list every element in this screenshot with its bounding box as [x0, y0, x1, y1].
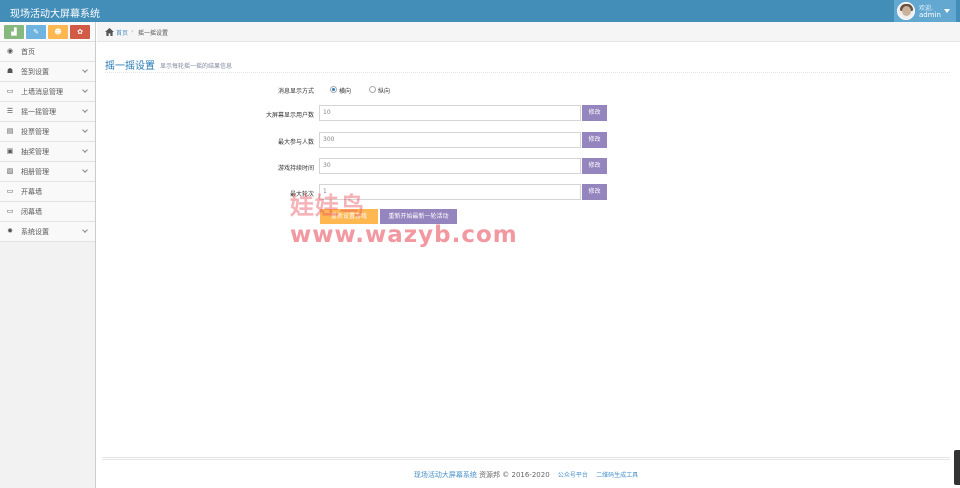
sidebar-item-label: 摇一摇管理 — [21, 108, 56, 116]
user-menu[interactable]: 欢迎, admin — [894, 0, 956, 22]
sidebar-item-label: 签到设置 — [21, 68, 49, 76]
side-scroll-handle[interactable] — [954, 450, 960, 485]
sidebar-item-9[interactable]: ✹ 系统设置 — [0, 222, 95, 242]
page-header: 摇一摇设置 显示每轮摇一摇的结果信息 — [105, 57, 950, 73]
footer-link-qrcode[interactable]: 二维码生成工具 — [596, 472, 638, 479]
max-participants-label: 最大参与人数 — [277, 139, 314, 146]
sidebar-item-6[interactable]: ▨ 相册管理 — [0, 162, 95, 182]
caret-down-icon — [944, 9, 950, 13]
sidebar-shortcuts: ▟ ✎ ☻ ✿ — [0, 22, 95, 42]
signal-icon: ▟ — [11, 28, 17, 36]
breadcrumb-separator: › — [131, 28, 134, 35]
desktop-icon: ▭ — [6, 207, 14, 215]
users-icon: ☻ — [54, 28, 62, 36]
home-icon — [105, 28, 114, 36]
game-duration-label: 游戏持续时间 — [277, 165, 314, 172]
sidebar-item-label: 抽奖管理 — [21, 148, 49, 156]
list-icon: ☰ — [6, 107, 14, 115]
cog-icon: ✹ — [7, 227, 13, 235]
footer-line: 现场活动大屏幕系统 资源邦 © 2016-2020 公众号平台 二维码生成工具 — [102, 470, 950, 480]
chevron-down-icon — [82, 147, 88, 153]
cogs-icon: ✿ — [77, 28, 83, 36]
game-duration-input[interactable]: 30 — [319, 158, 581, 174]
max-rounds-edit-button[interactable]: 修改 — [582, 184, 607, 200]
screen-users-input[interactable]: 10 — [319, 105, 581, 121]
game-duration-edit-button[interactable]: 修改 — [582, 158, 607, 174]
shortcut-pencil-button[interactable]: ✎ — [26, 25, 46, 39]
sidebar-item-2[interactable]: ▭ 上墙消息管理 — [0, 82, 95, 102]
footer-brand: 现场活动大屏幕系统 — [413, 471, 477, 479]
page-title: 摇一摇设置 — [105, 61, 155, 72]
radio-horizontal[interactable] — [330, 86, 337, 93]
radio-horizontal-label[interactable]: 横向 — [339, 86, 351, 95]
chevron-down-icon — [82, 107, 88, 113]
radio-vertical[interactable] — [369, 86, 376, 93]
shortcut-users-button[interactable]: ☻ — [48, 25, 68, 39]
desktop-icon: ▭ — [6, 187, 14, 195]
sidebar-item-8[interactable]: ▭ 闭幕墙 — [0, 202, 95, 222]
chevron-down-icon — [82, 167, 88, 173]
sidebar-item-7[interactable]: ▭ 开幕墙 — [0, 182, 95, 202]
list-alt-icon: ▤ — [6, 127, 14, 135]
shortcut-cogs-button[interactable]: ✿ — [70, 25, 90, 39]
chevron-down-icon — [82, 87, 88, 93]
desktop-icon: ▭ — [6, 87, 14, 95]
sidebar-item-5[interactable]: ▣ 抽奖管理 — [0, 142, 95, 162]
display-mode-label: 消息显示方式 — [277, 88, 314, 95]
radio-vertical-label[interactable]: 纵向 — [378, 86, 390, 95]
footer-copyright: 资源邦 © 2016-2020 — [479, 471, 550, 479]
breadcrumb-home-link[interactable]: 首页 — [116, 28, 128, 37]
sidebar-item-label: 闭幕墙 — [21, 208, 42, 216]
breadcrumb: 首页 › 摇一摇设置 — [97, 22, 960, 42]
gift-icon: ▣ — [6, 147, 14, 155]
sidebar-item-label: 系统设置 — [21, 228, 49, 236]
footer: 现场活动大屏幕系统 资源邦 © 2016-2020 公众号平台 二维码生成工具 — [102, 457, 950, 488]
screen-users-label: 大屏幕显示用户数 — [265, 112, 314, 119]
avatar — [897, 2, 915, 20]
chevron-down-icon — [82, 67, 88, 73]
sidebar: ▟ ✎ ☻ ✿ ◉ 首页 ☗ 签到设置 ▭ 上墙消息管理 ☰ 摇一摇管理 ▤ 投票管理 ▣ 抽奖管理 ▨… — [0, 22, 96, 488]
chevron-down-icon — [82, 127, 88, 133]
user-name: admin — [919, 11, 941, 19]
shortcut-signal-button[interactable]: ▟ — [4, 25, 24, 39]
sidebar-item-4[interactable]: ▤ 投票管理 — [0, 122, 95, 142]
pencil-icon: ✎ — [33, 28, 39, 36]
max-participants-edit-button[interactable]: 修改 — [582, 132, 607, 148]
sidebar-item-label: 相册管理 — [21, 168, 49, 176]
dashboard-icon: ◉ — [6, 47, 14, 55]
sidebar-item-label: 首页 — [21, 48, 35, 56]
watermark-logo: 娃娃鸟 — [290, 192, 365, 220]
sidebar-item-label: 开幕墙 — [21, 188, 42, 196]
sidebar-item-label: 上墙消息管理 — [21, 88, 63, 96]
sidebar-item-label: 投票管理 — [21, 128, 49, 136]
screen-users-edit-button[interactable]: 修改 — [582, 105, 607, 121]
users-icon: ☗ — [6, 67, 14, 75]
watermark-url: www.wazyb.com — [290, 222, 518, 248]
top-navbar: 现场活动大屏幕系统 欢迎, admin — [0, 0, 960, 22]
picture-icon: ▨ — [6, 167, 14, 175]
footer-link-wechat[interactable]: 公众号平台 — [558, 472, 588, 479]
max-participants-input[interactable]: 300 — [319, 132, 581, 148]
sidebar-item-0[interactable]: ◉ 首页 — [0, 42, 95, 62]
page-subtitle: 显示每轮摇一摇的结果信息 — [160, 63, 233, 70]
app-title[interactable]: 现场活动大屏幕系统 — [10, 5, 100, 20]
sidebar-item-1[interactable]: ☗ 签到设置 — [0, 62, 95, 82]
chevron-down-icon — [82, 227, 88, 233]
sidebar-item-3[interactable]: ☰ 摇一摇管理 — [0, 102, 95, 122]
breadcrumb-current: 摇一摇设置 — [138, 30, 169, 37]
